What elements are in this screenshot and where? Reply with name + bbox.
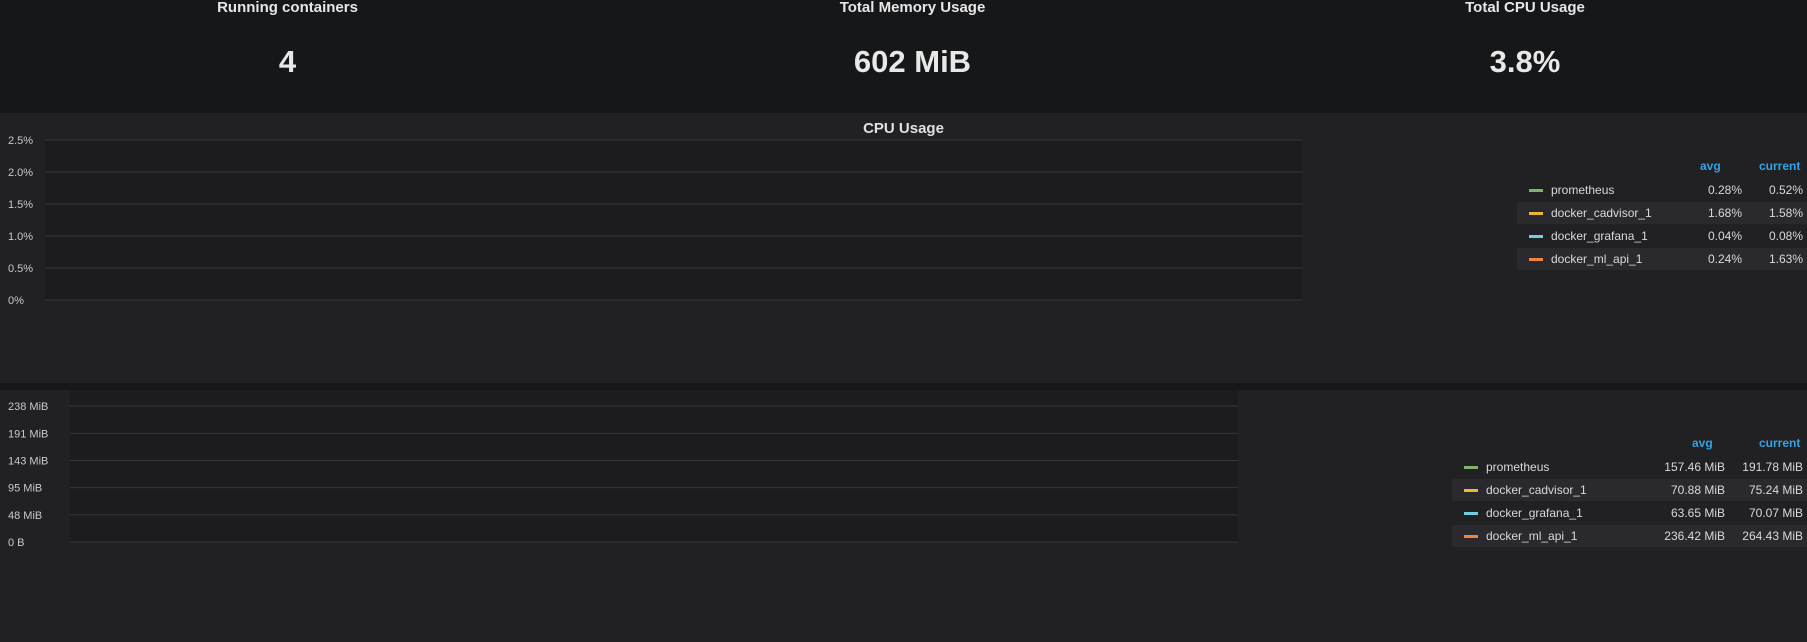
legend-avg-value: 157.46 MiB <box>1664 460 1725 474</box>
legend-series-name: prometheus <box>1486 460 1550 474</box>
y-tick-label: 0.5% <box>8 263 33 275</box>
legend-current-value: 0.08% <box>1768 229 1803 243</box>
legend-series-name: docker_ml_api_1 <box>1551 252 1643 266</box>
legend-avg-value: 0.04% <box>1707 229 1742 243</box>
stat-value: 3.8% <box>1489 44 1561 79</box>
legend-item-docker-ml-api[interactable]: docker_ml_api_1 236.42 MiB 264.43 MiB <box>1452 525 1807 547</box>
y-tick-label: 1.0% <box>8 231 33 243</box>
legend-series-name: prometheus <box>1551 183 1615 197</box>
legend-swatch <box>1529 258 1543 261</box>
legend-swatch <box>1464 535 1478 538</box>
legend-current-value: 191.78 MiB <box>1742 460 1803 474</box>
legend-item-prometheus[interactable]: prometheus 0.28% 0.52% <box>1517 179 1807 201</box>
legend-series-name: docker_grafana_1 <box>1486 506 1583 520</box>
legend-item-docker-cadvisor[interactable]: docker_cadvisor_1 1.68% 1.58% <box>1517 202 1807 224</box>
legend-avg-header[interactable]: avg <box>1692 436 1713 450</box>
legend-swatch <box>1464 466 1478 469</box>
stat-total-memory: Total Memory Usage 602 MiB <box>590 0 1235 110</box>
memory-usage-chart: 13:3013:4013:5014:0014:1014:2014:3014:40… <box>8 390 1238 549</box>
legend-swatch <box>1529 212 1543 215</box>
legend-avg-value: 0.24% <box>1707 252 1742 266</box>
legend-series-name: docker_grafana_1 <box>1551 229 1648 243</box>
cpu-usage-panel: CPU Usage 13:3013:4013:5014:0014:1014:20… <box>0 113 1807 383</box>
plot-area <box>45 140 1302 300</box>
legend-current-header[interactable]: current <box>1759 159 1800 173</box>
legend-avg-value: 70.88 MiB <box>1670 483 1725 497</box>
legend-item-docker-cadvisor[interactable]: docker_cadvisor_1 70.88 MiB 75.24 MiB <box>1452 479 1807 501</box>
y-tick-label: 1.5% <box>8 199 33 211</box>
y-tick-label: 2.0% <box>8 167 33 179</box>
y-tick-label: 0 B <box>8 537 25 549</box>
legend-avg-value: 1.68% <box>1707 206 1742 220</box>
y-tick-label: 95 MiB <box>8 483 42 495</box>
legend-avg-value: 0.28% <box>1707 183 1742 197</box>
legend-item-docker-ml-api[interactable]: docker_ml_api_1 0.24% 1.63% <box>1517 248 1807 270</box>
legend-avg-value: 63.65 MiB <box>1670 506 1725 520</box>
legend-current-value: 1.63% <box>1768 252 1803 266</box>
legend-avg-header[interactable]: avg <box>1700 159 1721 173</box>
y-tick-label: 48 MiB <box>8 510 42 522</box>
legend-item-prometheus[interactable]: prometheus 157.46 MiB 191.78 MiB <box>1452 456 1807 478</box>
y-tick-label: 0% <box>8 295 24 307</box>
legend-current-value: 70.07 MiB <box>1748 506 1803 520</box>
legend-item-docker-grafana[interactable]: docker_grafana_1 0.04% 0.08% <box>1517 225 1807 247</box>
legend-item-docker-grafana[interactable]: docker_grafana_1 63.65 MiB 70.07 MiB <box>1452 502 1807 524</box>
stat-title: Total Memory Usage <box>839 0 986 16</box>
legend-current-value: 0.52% <box>1768 183 1803 197</box>
legend-swatch <box>1464 512 1478 515</box>
legend-swatch <box>1529 235 1543 238</box>
y-tick-label: 191 MiB <box>8 428 48 440</box>
legend-series-name: docker_ml_api_1 <box>1486 529 1578 543</box>
legend-swatch <box>1464 489 1478 492</box>
y-tick-label: 238 MiB <box>8 401 48 413</box>
stat-total-cpu: Total CPU Usage 3.8% <box>1215 0 1807 110</box>
plot-area <box>70 390 1238 542</box>
memory-legend: avg current prometheus 157.46 MiB 191.78… <box>1452 436 1807 556</box>
y-tick-label: 143 MiB <box>8 456 48 468</box>
stat-title: Running containers <box>217 0 358 16</box>
legend-series-name: docker_cadvisor_1 <box>1486 483 1587 497</box>
stat-title: Total CPU Usage <box>1465 0 1585 16</box>
legend-current-header[interactable]: current <box>1759 436 1800 450</box>
legend-avg-value: 236.42 MiB <box>1664 529 1725 543</box>
cpu-legend: avg current prometheus 0.28% 0.52% docke… <box>1517 159 1807 279</box>
y-tick-label: 2.5% <box>8 135 33 147</box>
stat-value: 602 MiB <box>853 44 972 79</box>
stat-value: 4 <box>278 44 297 79</box>
stat-running-containers: Running containers 4 <box>0 0 575 110</box>
legend-current-value: 1.58% <box>1768 206 1803 220</box>
legend-swatch <box>1529 189 1543 192</box>
legend-current-value: 75.24 MiB <box>1748 483 1803 497</box>
legend-series-name: docker_cadvisor_1 <box>1551 206 1652 220</box>
cpu-usage-chart: 13:3013:4013:5014:0014:1014:2014:3014:40… <box>8 135 1302 307</box>
legend-current-value: 264.43 MiB <box>1742 529 1803 543</box>
memory-usage-panel: Memory Usage 13:3013:4013:5014:0014:1014… <box>0 390 1807 642</box>
